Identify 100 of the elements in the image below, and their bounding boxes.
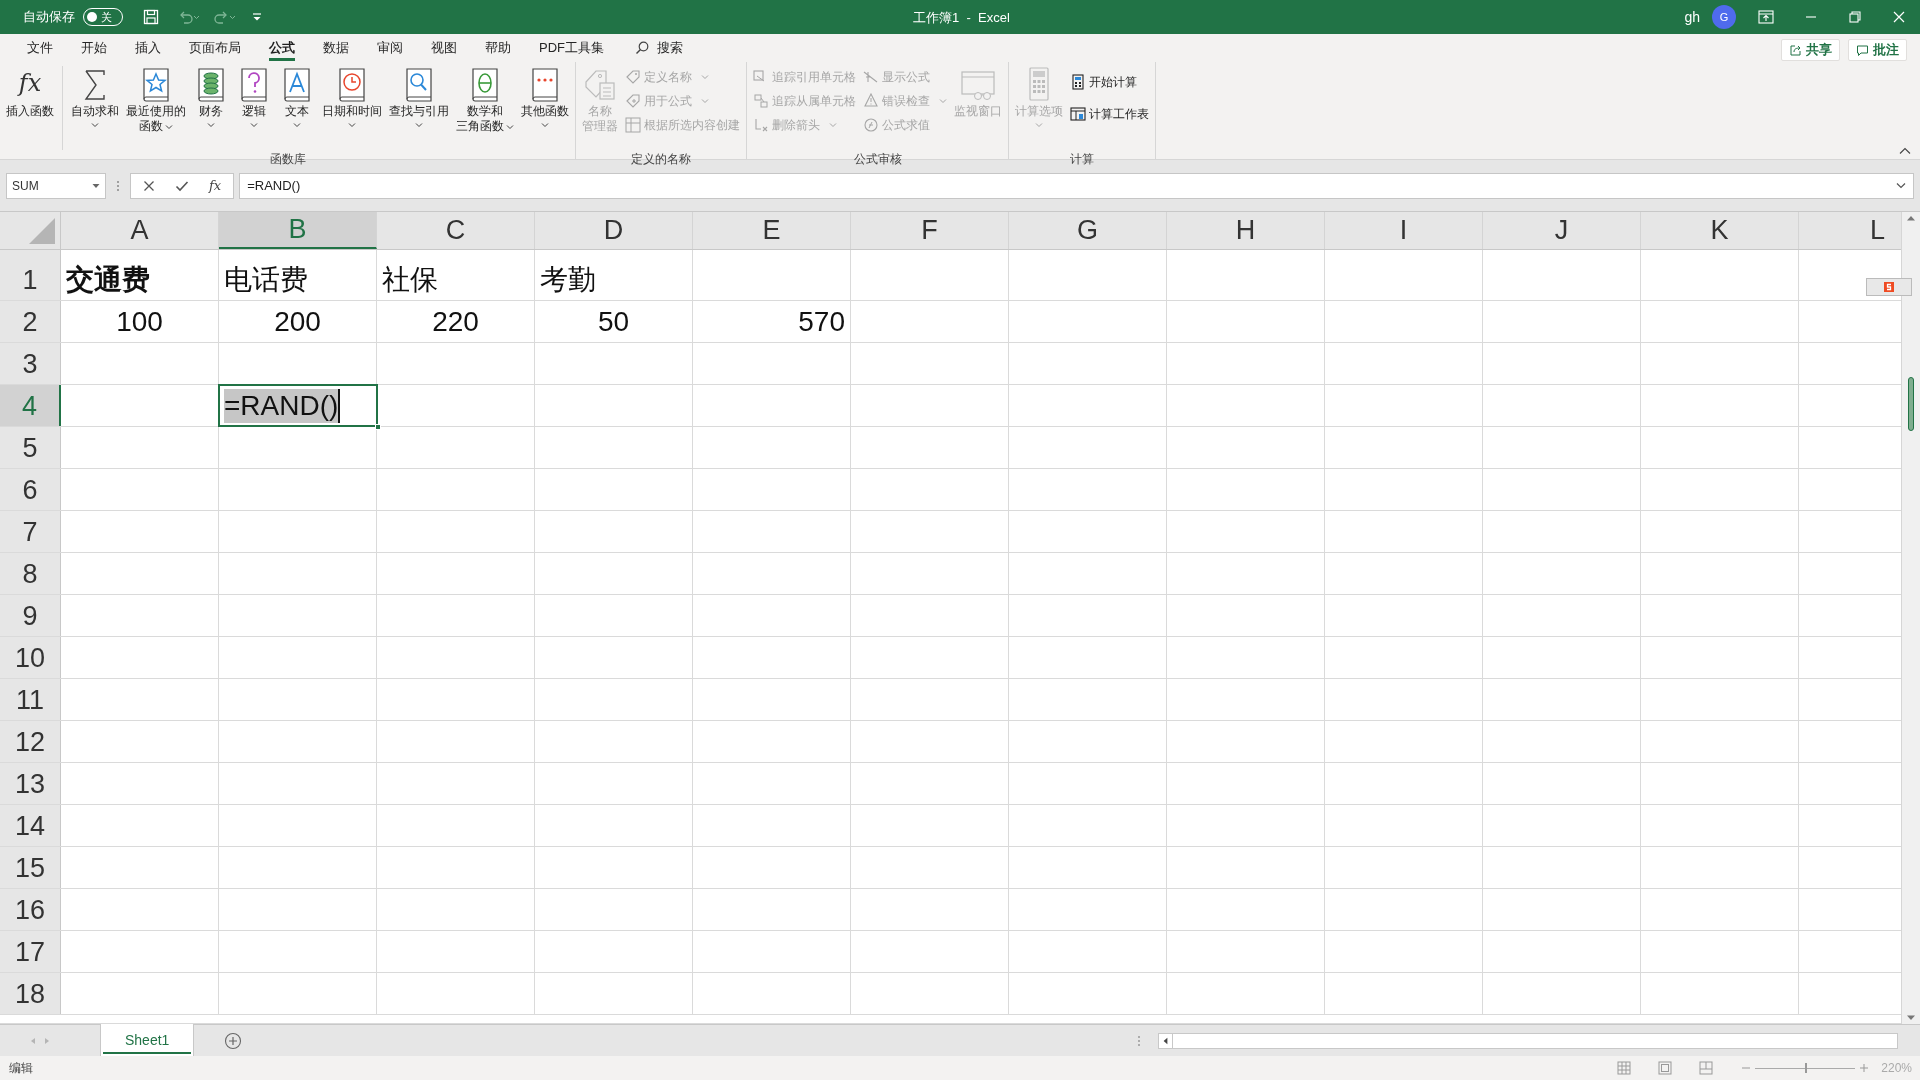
vertical-scrollbar[interactable] (1901, 212, 1920, 1024)
grip-icon[interactable] (1137, 1033, 1141, 1048)
column-header[interactable]: K (1641, 212, 1799, 249)
row-header[interactable]: 10 (0, 637, 61, 678)
share-button[interactable]: 共享 (1781, 39, 1840, 61)
ribbon-button[interactable]: 自动求和 (68, 66, 122, 150)
fill-handle[interactable] (375, 424, 381, 430)
row-header[interactable]: 16 (0, 889, 61, 930)
horizontal-scrollbar[interactable] (1158, 1032, 1898, 1049)
zoom-slider[interactable] (1755, 1063, 1856, 1073)
select-all-icon[interactable] (28, 217, 56, 245)
row-header[interactable]: 12 (0, 721, 61, 762)
ribbon-tab[interactable]: 公式 (256, 34, 308, 62)
cell-text: 电话费 (223, 263, 309, 297)
expand-icon (1896, 182, 1906, 189)
status-mode: 编辑 (9, 1060, 33, 1077)
row-header[interactable]: 7 (0, 511, 61, 552)
column-header[interactable]: G (1009, 212, 1167, 249)
page-layout-icon[interactable] (1658, 1061, 1673, 1075)
row-header[interactable]: 8 (0, 553, 61, 594)
ribbon-tab[interactable]: 数据 (310, 34, 362, 62)
ribbon-tab[interactable]: 视图 (418, 34, 470, 62)
row-header[interactable]: 9 (0, 595, 61, 636)
row-header[interactable]: 13 (0, 763, 61, 804)
ime-toolbar[interactable] (1866, 278, 1912, 296)
row-header[interactable]: 2 (0, 301, 61, 342)
redo-icon[interactable] (213, 9, 237, 25)
column-header[interactable]: B (219, 212, 377, 249)
column-header[interactable]: H (1167, 212, 1325, 249)
restore-icon[interactable] (1848, 10, 1862, 24)
normal-view-icon[interactable] (1617, 1061, 1632, 1075)
row-header[interactable]: 4 (0, 385, 61, 426)
ribbon-group-label: 函数库 (268, 151, 307, 168)
column-header[interactable]: F (851, 212, 1009, 249)
column-header[interactable]: E (693, 212, 851, 249)
scroll-up-icon[interactable] (1906, 214, 1916, 222)
close-icon[interactable] (1892, 10, 1906, 24)
ribbon-button[interactable]: 逻辑 (233, 66, 275, 150)
add-sheet-icon[interactable] (224, 1031, 243, 1050)
scroll-down-icon[interactable] (1906, 1014, 1916, 1022)
insert-function-button[interactable]: fx (209, 175, 222, 196)
ribbon-tab[interactable]: 文件 (14, 34, 66, 62)
ribbon-tab[interactable]: 帮助 (472, 34, 524, 62)
grip-icon[interactable] (116, 178, 120, 193)
row-header[interactable]: 3 (0, 343, 61, 384)
ribbon-button[interactable]: 财务 (190, 66, 232, 150)
ribbon-button[interactable]: 日期和时间 (319, 66, 385, 150)
cell-text: 社保 (381, 263, 439, 297)
ribbon-display-icon[interactable] (1758, 10, 1774, 24)
zoom-thumb[interactable] (1805, 1063, 1808, 1073)
column-header[interactable]: C (377, 212, 535, 249)
slash-icon (863, 69, 879, 85)
save-icon[interactable] (143, 9, 159, 25)
formula-input[interactable]: =RAND() (239, 172, 1914, 199)
row-header[interactable]: 6 (0, 469, 61, 510)
row-header[interactable]: 1 (0, 250, 61, 300)
ribbon-tab[interactable]: 页面布局 (176, 34, 254, 62)
user-avatar[interactable]: G (1712, 5, 1736, 29)
ribbon-button[interactable]: 其他函数 (518, 66, 572, 150)
checkmark-icon[interactable] (175, 179, 189, 192)
sheet-tab[interactable]: Sheet1 (100, 1024, 195, 1056)
row-header[interactable]: 11 (0, 679, 61, 720)
caret-icon (92, 182, 100, 189)
cell-text: 100 (115, 305, 164, 339)
ribbon-tab[interactable]: PDF工具集 (526, 34, 617, 62)
name-box[interactable]: SUM (6, 172, 106, 199)
ribbon-button[interactable]: 文本 (276, 66, 318, 150)
ribbon-tab[interactable]: 开始 (68, 34, 120, 62)
ribbon-tab[interactable]: 插入 (122, 34, 174, 62)
cell-text: 220 (431, 305, 480, 339)
collapse-ribbon-icon[interactable] (1899, 147, 1911, 155)
customize-toolbar-icon[interactable] (251, 11, 263, 23)
column-header[interactable]: D (535, 212, 693, 249)
row-header[interactable]: 17 (0, 931, 61, 972)
ribbon-tab[interactable]: 审阅 (364, 34, 416, 62)
row-header[interactable]: 18 (0, 973, 61, 1014)
ribbon-button[interactable]: 计算工作表 (1070, 104, 1149, 124)
page-break-icon[interactable] (1699, 1061, 1714, 1075)
ime-logo-icon[interactable] (1883, 281, 1895, 293)
cell-text: 考勤 (539, 263, 597, 297)
ribbon-button[interactable]: fx 插入函数 (3, 66, 63, 150)
row-header[interactable]: 15 (0, 847, 61, 888)
ribbon-button[interactable]: 最近使用的 函数 (123, 66, 189, 150)
ribbon-group-label: 公式审核 (852, 151, 903, 168)
zoom-in-icon[interactable] (1859, 1063, 1870, 1073)
row-header[interactable]: 14 (0, 805, 61, 846)
column-header[interactable]: J (1483, 212, 1641, 249)
row-header[interactable]: 5 (0, 427, 61, 468)
comments-button[interactable]: 批注 (1848, 39, 1907, 61)
cancel-icon[interactable] (143, 179, 155, 192)
column-header[interactable]: I (1325, 212, 1483, 249)
cells-arrow-icon (753, 93, 769, 109)
user-name: gh (1684, 7, 1700, 27)
ribbon-group-label: 定义的名称 (630, 151, 692, 168)
ribbon-button[interactable]: 查找与引用 (386, 66, 452, 150)
ribbon-button[interactable]: 数学和 三角函数 (453, 66, 517, 150)
ribbon-button[interactable]: 开始计算 (1070, 72, 1149, 92)
active-cell[interactable]: =RAND() (219, 385, 377, 426)
cell-text: 交通费 (65, 263, 151, 297)
search-button[interactable]: 搜索 (635, 34, 683, 62)
